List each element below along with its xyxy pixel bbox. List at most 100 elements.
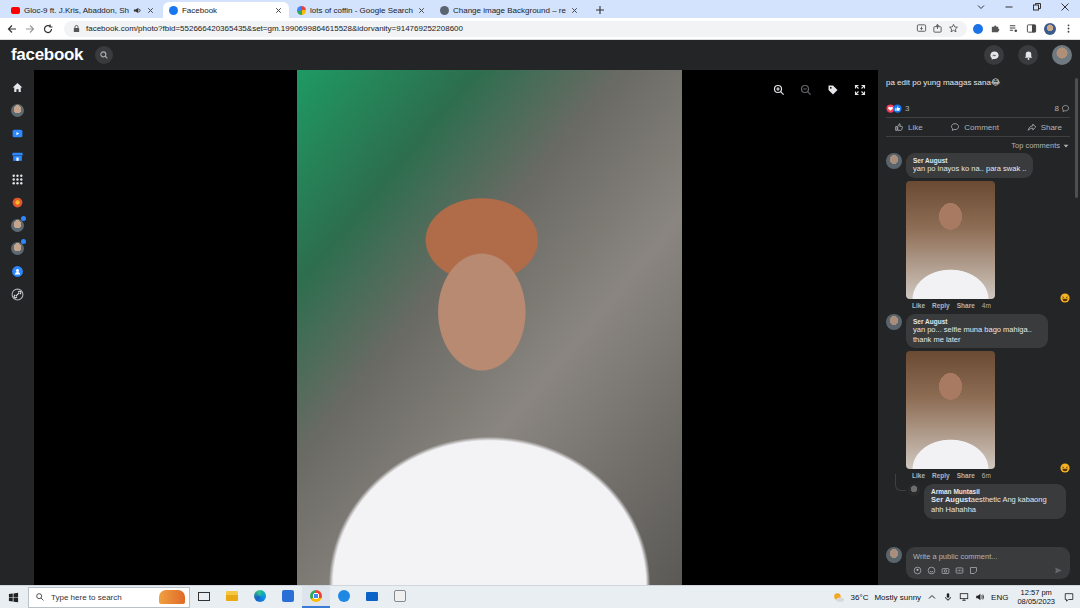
microphone-icon[interactable]	[943, 592, 953, 602]
commenter-avatar[interactable]	[908, 484, 920, 496]
taskbar-app[interactable]	[218, 586, 246, 608]
reload-icon[interactable]	[42, 23, 54, 35]
search-button[interactable]	[95, 46, 113, 64]
browser-tab[interactable]: Facebook	[163, 2, 289, 18]
temperature[interactable]: 36°C	[851, 593, 869, 602]
comment-time[interactable]: 6m	[982, 472, 991, 479]
network-icon[interactable]	[959, 592, 969, 602]
camera-icon[interactable]	[941, 566, 950, 575]
media-control-icon[interactable]	[1008, 23, 1019, 34]
sidebar-item[interactable]	[10, 172, 24, 186]
share-icon[interactable]	[932, 23, 943, 34]
restore-icon[interactable]	[1032, 2, 1042, 12]
windows-start-icon[interactable]	[8, 592, 19, 603]
comment-action[interactable]: Like	[912, 472, 925, 479]
star-icon[interactable]	[948, 23, 959, 34]
avatar-sticker-icon[interactable]	[913, 566, 922, 575]
sidebar-item[interactable]	[10, 264, 24, 278]
minimize-icon[interactable]	[1004, 2, 1014, 12]
photo[interactable]	[297, 70, 682, 585]
close-icon[interactable]	[570, 6, 579, 15]
haha-reaction-icon[interactable]	[1060, 293, 1070, 303]
commenter-name[interactable]: Ser August	[913, 157, 1026, 164]
comment-image[interactable]	[906, 351, 995, 469]
taskbar-app[interactable]	[386, 586, 414, 608]
weather-text[interactable]: Mostly sunny	[874, 593, 921, 602]
comment-action[interactable]: Reply	[932, 302, 950, 309]
notifications-icon[interactable]	[1064, 592, 1074, 602]
chevron-down-icon[interactable]	[976, 2, 986, 12]
sidebar-item[interactable]	[10, 195, 24, 209]
sidebar-item[interactable]	[10, 103, 24, 117]
comment-time[interactable]: 4m	[982, 302, 991, 309]
share-button[interactable]: Share	[1021, 122, 1068, 132]
send-icon[interactable]	[1054, 566, 1063, 575]
account-avatar[interactable]	[1052, 45, 1072, 65]
taskbar-app[interactable]	[274, 586, 302, 608]
sticker-icon[interactable]	[969, 566, 978, 575]
sidebar-item[interactable]	[10, 80, 24, 94]
forward-arrow-icon[interactable]	[24, 23, 36, 35]
clock[interactable]: 12:57 pm 08/05/2023	[1014, 588, 1058, 606]
scrollbar[interactable]	[1075, 78, 1078, 198]
install-icon[interactable]	[916, 23, 927, 34]
speaker-icon[interactable]	[133, 6, 142, 15]
haha-reaction-icon[interactable]	[1060, 463, 1070, 473]
browser-tab[interactable]: lots of coffin - Google Search	[291, 2, 432, 18]
tag-icon[interactable]	[827, 84, 839, 96]
close-icon[interactable]	[146, 6, 155, 15]
notifications-button[interactable]	[1018, 45, 1038, 65]
like-button[interactable]: Like	[888, 122, 929, 132]
weather-icon[interactable]	[832, 591, 845, 604]
address-bar[interactable]: facebook.com/photo?fbid=552666420365435&…	[64, 21, 967, 37]
sidebar-item[interactable]	[10, 218, 24, 232]
chevron-up-icon[interactable]	[927, 592, 937, 602]
comment-action[interactable]: Like	[912, 302, 925, 309]
taskbar-search[interactable]: Type here to search	[28, 587, 190, 608]
reaction-summary[interactable]: 3	[886, 104, 909, 113]
close-icon[interactable]	[274, 6, 283, 15]
commenter-name[interactable]: Ser August	[913, 318, 1041, 325]
sidebar-item[interactable]	[10, 126, 24, 140]
extension-icon[interactable]	[973, 24, 983, 34]
comment-button[interactable]: Comment	[944, 122, 1005, 132]
sidebar-item[interactable]	[10, 149, 24, 163]
taskbar-app[interactable]	[330, 586, 358, 608]
emoji-icon[interactable]	[927, 566, 936, 575]
volume-icon[interactable]	[975, 592, 985, 602]
plus-icon[interactable]	[595, 5, 605, 15]
comment-sort[interactable]: Top comments	[886, 137, 1070, 153]
zoom-out-icon[interactable]	[800, 84, 812, 96]
sidebar-item[interactable]	[10, 241, 24, 255]
fullscreen-icon[interactable]	[854, 84, 866, 96]
mention[interactable]: Ser August	[931, 495, 971, 504]
comment-input[interactable]: Write a public comment...	[906, 547, 1070, 579]
facebook-logo[interactable]: facebook	[11, 45, 83, 65]
close-icon[interactable]	[417, 6, 426, 15]
commenter-name[interactable]: Arman Muntasil	[931, 488, 1059, 495]
comment-action[interactable]: Reply	[932, 472, 950, 479]
taskbar-app[interactable]	[302, 586, 330, 608]
browser-tab[interactable]: Change image Background – re	[434, 2, 585, 18]
side-panel-icon[interactable]	[1026, 23, 1037, 34]
puzzle-icon[interactable]	[990, 23, 1001, 34]
back-arrow-icon[interactable]	[6, 23, 18, 35]
language-indicator[interactable]: ENG	[991, 593, 1008, 602]
messenger-button[interactable]	[984, 45, 1004, 65]
close-icon[interactable]	[1060, 2, 1070, 12]
lock-icon[interactable]	[72, 24, 81, 33]
comment-image[interactable]	[906, 181, 995, 299]
comment-action[interactable]: Share	[957, 472, 975, 479]
taskbar-app[interactable]	[246, 586, 274, 608]
browser-tab[interactable]: Gloc-9 ft. J.Kris, Abaddon, Sh	[5, 2, 161, 18]
comment-count[interactable]: 8	[1055, 104, 1070, 113]
profile-avatar[interactable]	[1044, 23, 1056, 35]
gif-icon[interactable]	[955, 566, 964, 575]
comment-action[interactable]: Share	[957, 302, 975, 309]
taskbar-app[interactable]	[190, 586, 218, 608]
taskbar-app[interactable]	[358, 586, 386, 608]
menu-dots-icon[interactable]	[1063, 23, 1074, 34]
commenter-avatar[interactable]	[886, 153, 902, 169]
sidebar-item[interactable]	[10, 287, 24, 301]
zoom-in-icon[interactable]	[773, 84, 785, 96]
